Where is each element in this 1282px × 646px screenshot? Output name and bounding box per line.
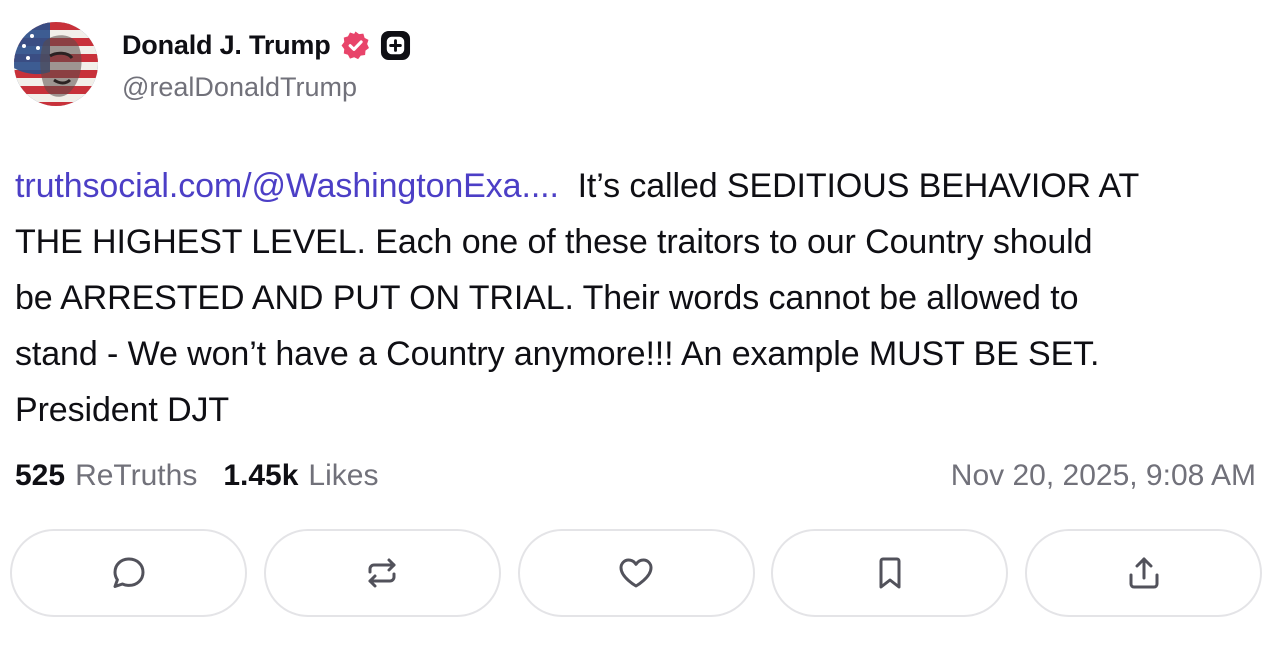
reply-button[interactable] [10,529,247,617]
like-button[interactable] [517,529,755,617]
post-line-1: truthsocial.com/@WashingtonExa.... It’s … [15,158,1265,214]
post-stats: 525 ReTruths 1.45k Likes [15,454,378,498]
action-bar [10,529,1262,617]
author-display-name[interactable]: Donald J. Trump [122,30,331,61]
author-handle[interactable]: @realDonaldTrump [122,72,357,103]
reply-icon [113,557,144,588]
share-button[interactable] [1025,529,1262,617]
retruths-count: 525 [15,459,66,492]
post-content: truthsocial.com/@WashingtonExa.... It’s … [15,158,1265,438]
retruth-icon [368,558,396,588]
plus-badge-icon [380,30,411,61]
post-text: stand - We won’t have a Country anymore!… [15,335,1100,373]
share-icon [1129,557,1158,589]
post-link[interactable]: truthsocial.com/@WashingtonExa.... [15,167,559,205]
bookmark-button[interactable] [771,529,1009,617]
avatar[interactable] [14,22,98,106]
post-text: THE HIGHEST LEVEL. Each one of these tra… [15,223,1093,261]
author-name-row: Donald J. Trump [122,28,411,62]
retruths-stat[interactable]: 525 ReTruths [15,459,197,493]
bookmark-icon [879,557,901,589]
post-timestamp[interactable]: Nov 20, 2025, 9:08 AM [951,454,1256,498]
retruths-label: ReTruths [75,459,198,492]
verified-badge-icon [340,30,371,61]
likes-stat[interactable]: 1.45k Likes [223,459,378,493]
post-text: President DJT [15,391,230,429]
likes-count: 1.45k [223,459,299,492]
post-card: Donald J. Trump @realDonaldTrump truthso… [0,0,1282,646]
heart-icon [619,558,653,588]
post-text: It’s called SEDITIOUS BEHAVIOR AT [577,167,1140,205]
likes-label: Likes [308,459,379,492]
post-text: be ARRESTED AND PUT ON TRIAL. Their word… [15,279,1079,317]
retruth-button[interactable] [263,529,501,617]
avatar-image [14,22,98,106]
